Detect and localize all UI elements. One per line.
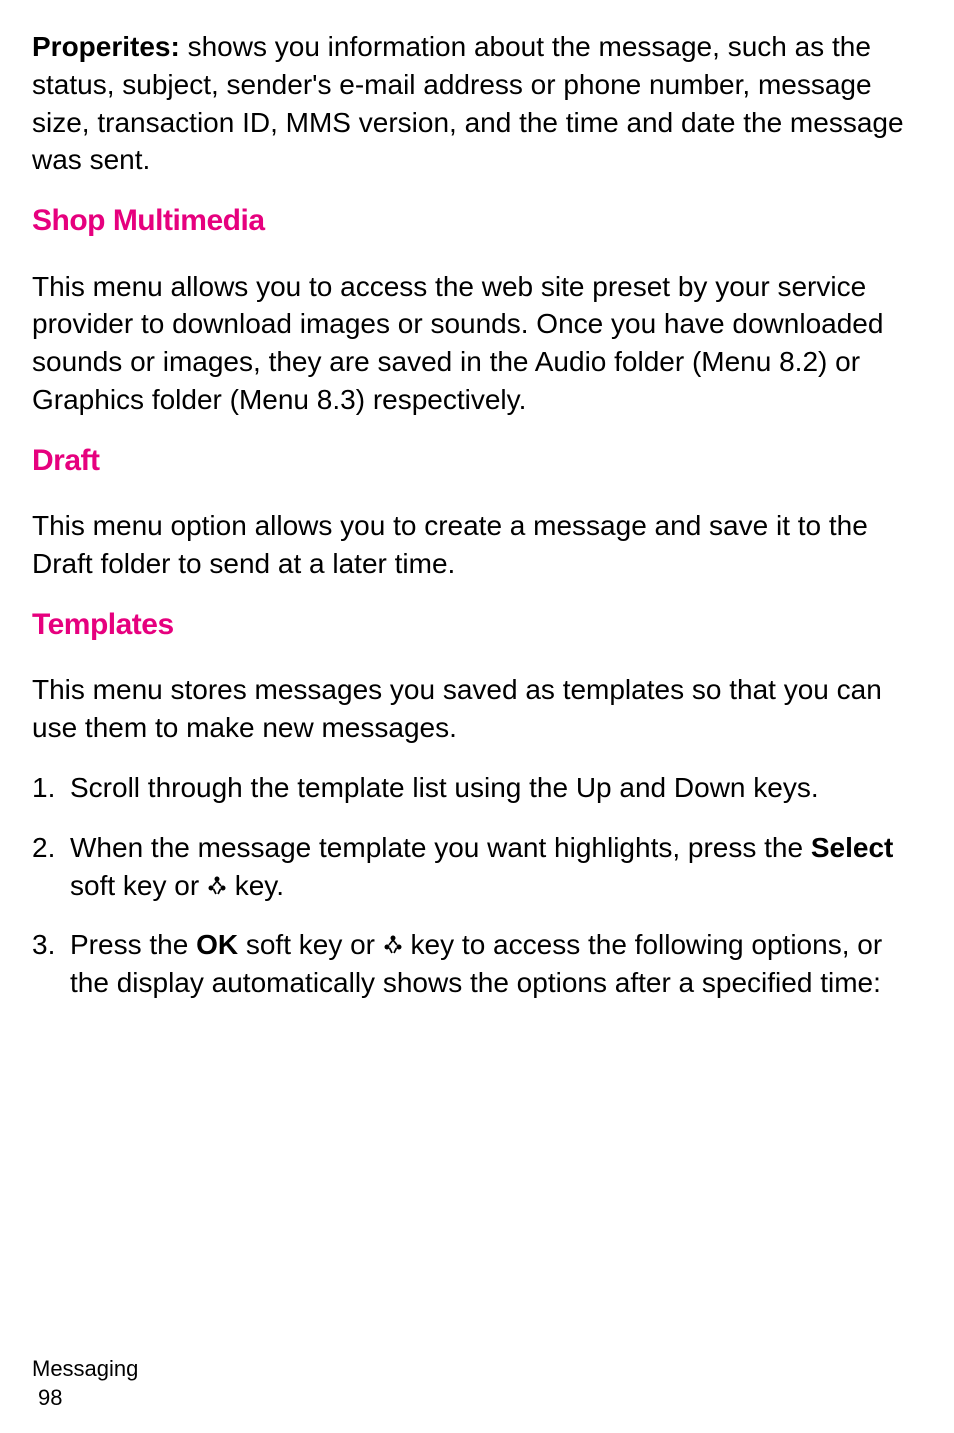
templates-heading: Templates	[32, 605, 922, 646]
list-number: 2.	[32, 829, 70, 905]
list-item: 2. When the message template you want hi…	[32, 829, 922, 905]
templates-intro: This menu stores messages you saved as t…	[32, 671, 922, 747]
list-text-end: key.	[227, 870, 284, 901]
list-item: 3. Press the OK soft key or key to acces…	[32, 926, 922, 1002]
list-number: 3.	[32, 926, 70, 1002]
page-number: 98	[32, 1383, 138, 1413]
shop-multimedia-heading: Shop Multimedia	[32, 201, 922, 242]
list-text-start: When the message template you want highl…	[70, 832, 811, 863]
properties-paragraph: Properites: shows you information about …	[32, 28, 922, 179]
select-bold: Select	[811, 832, 894, 863]
list-item: 1. Scroll through the template list usin…	[32, 769, 922, 807]
page-footer: Messaging 98	[32, 1354, 138, 1413]
templates-ordered-list: 1. Scroll through the template list usin…	[32, 769, 922, 1002]
draft-heading: Draft	[32, 441, 922, 482]
draft-body: This menu option allows you to create a …	[32, 507, 922, 583]
key-icon	[383, 928, 403, 950]
list-text: Press the OK soft key or key to access t…	[70, 926, 922, 1002]
chapter-label: Messaging	[32, 1354, 138, 1384]
list-text-mid: soft key or	[238, 929, 383, 960]
properties-label: Properites:	[32, 31, 180, 62]
list-text-mid: soft key or	[70, 870, 207, 901]
key-icon	[207, 869, 227, 891]
shop-multimedia-body: This menu allows you to access the web s…	[32, 268, 922, 419]
ok-bold: OK	[196, 929, 238, 960]
list-text: When the message template you want highl…	[70, 829, 922, 905]
list-text-start: Press the	[70, 929, 196, 960]
list-text: Scroll through the template list using t…	[70, 769, 922, 807]
list-number: 1.	[32, 769, 70, 807]
